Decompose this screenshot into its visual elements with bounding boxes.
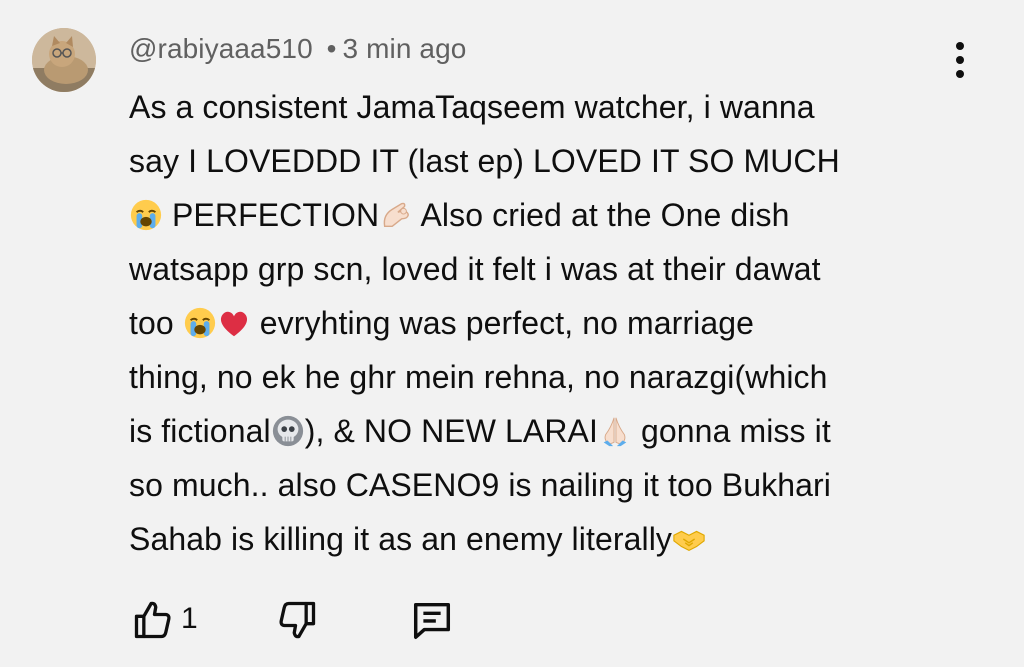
comment-line: too evryhting was perfect, no marriage: [129, 296, 989, 350]
meta-separator: •: [326, 33, 337, 64]
comment-text-segment: is fictional: [129, 413, 271, 449]
handshake-icon: [672, 522, 706, 556]
red-heart-icon: [217, 306, 251, 340]
comment-text-segment: Also cried at the One dish: [413, 197, 790, 233]
reply-button[interactable]: [408, 596, 456, 644]
more-vertical-icon: [956, 42, 964, 50]
comment-reply-icon: [413, 602, 451, 639]
comment-line: PERFECTION Also cried at the One dish: [129, 188, 989, 242]
thumbs-down-icon: [279, 601, 316, 639]
comment-line: As a consistent JamaTaqseem watcher, i w…: [129, 89, 815, 125]
comment-line: so much.. also CASENO9 is nailing it too…: [129, 467, 832, 503]
comment-text-segment: Sahab is killing it as an enemy literall…: [129, 521, 673, 557]
pinching-hand-icon: [379, 198, 413, 232]
comment-text-segment: ), & NO NEW LARAI: [304, 413, 598, 449]
loudly-crying-face-icon: [183, 306, 217, 340]
comment-line: watsapp grp scn, loved it felt i was at …: [129, 251, 821, 287]
comment-text-segment: evryhting was perfect, no marriage: [250, 305, 755, 341]
dislike-button[interactable]: [273, 596, 321, 644]
more-options-button[interactable]: [944, 38, 976, 82]
timestamp: 3 min ago: [342, 33, 467, 64]
like-button[interactable]: [129, 596, 177, 644]
skull-icon: [271, 414, 305, 448]
loudly-crying-face-icon: [129, 198, 163, 232]
folded-hands-icon: [598, 414, 632, 448]
more-vertical-icon-dot: [956, 56, 964, 64]
comment-text-segment: gonna miss it: [632, 413, 831, 449]
comment-text-segment: PERFECTION: [163, 197, 380, 233]
more-vertical-icon-dot: [956, 70, 964, 78]
comment-line: thing, no ek he ghr mein rehna, no naraz…: [129, 359, 828, 395]
comment-text-segment: too: [129, 305, 183, 341]
comment-line: say I LOVEDDD IT (last ep) LOVED IT SO M…: [129, 143, 840, 179]
like-count: 1: [181, 602, 198, 635]
comment-line: is fictional ), & NO NEW LARAI gonna mis…: [129, 404, 989, 458]
comment-meta: @rabiyaaa510 • 3 min ago: [129, 33, 466, 65]
avatar[interactable]: [32, 28, 96, 92]
comment-line: Sahab is killing it as an enemy literall…: [129, 512, 989, 566]
thumbs-up-icon: [134, 601, 171, 639]
comment-body: As a consistent JamaTaqseem watcher, i w…: [129, 80, 989, 566]
username[interactable]: @rabiyaaa510: [129, 33, 313, 64]
comment-item: @rabiyaaa510 • 3 min ago As a consistent …: [0, 0, 1024, 667]
